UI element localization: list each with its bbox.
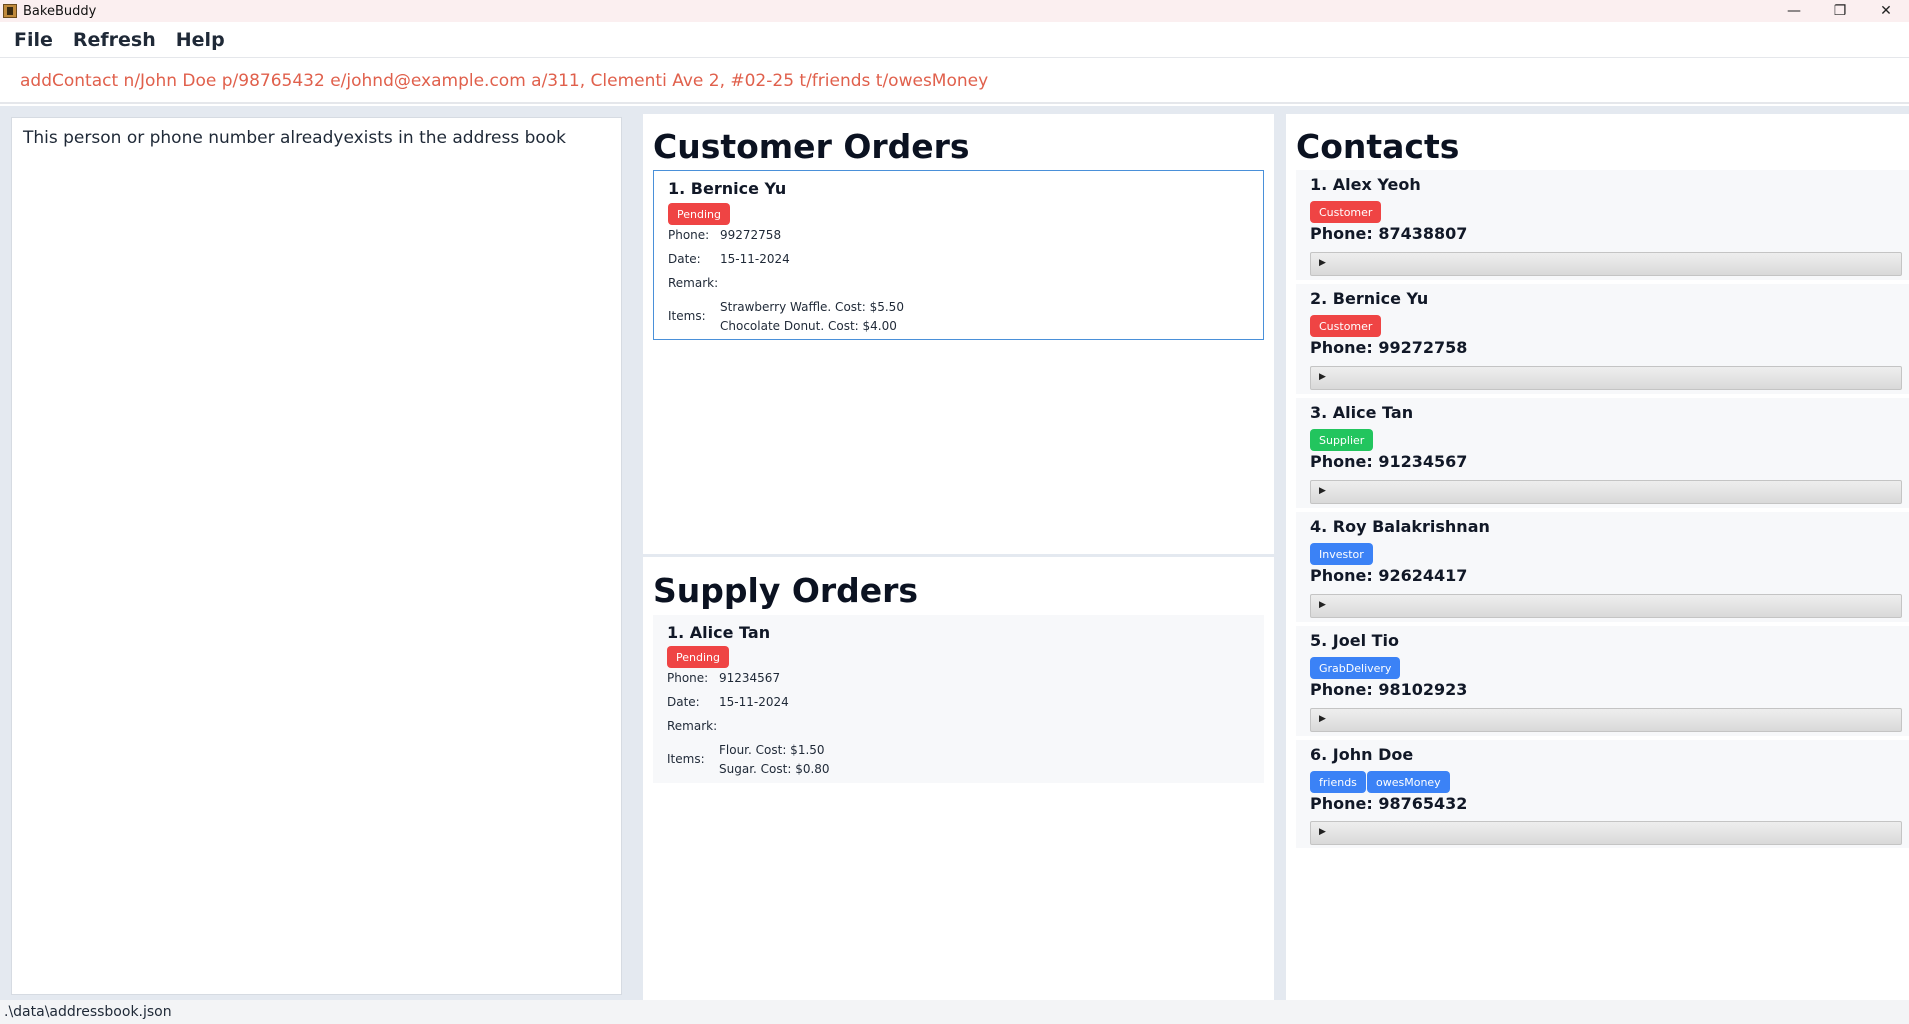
contact-details-expander[interactable]: ▶ (1310, 821, 1902, 845)
contact-card[interactable]: 1. Alex Yeoh Customer Phone: 87438807 ▶ (1296, 170, 1909, 280)
order-phone-row: Phone: 99272758 (668, 228, 781, 242)
contact-details-expander[interactable]: ▶ (1310, 252, 1902, 276)
order-date-row: Date: 15-11-2024 (667, 695, 789, 709)
contact-tag: owesMoney (1367, 771, 1450, 793)
status-bar: .\data\addressbook.json (0, 1000, 1909, 1024)
contact-tag: Investor (1310, 543, 1373, 565)
contact-details-expander[interactable]: ▶ (1310, 594, 1902, 618)
contact-phone: Phone: 91234567 (1310, 452, 1468, 471)
contact-name: 4. Roy Balakrishnan (1310, 517, 1490, 536)
contact-tag: Customer (1310, 315, 1382, 337)
order-date-row: Date: 15-11-2024 (668, 252, 790, 266)
order-remark-row: Remark: (667, 719, 719, 733)
contact-card[interactable]: 5. Joel Tio GrabDelivery Phone: 98102923… (1296, 626, 1909, 736)
order-date: 15-11-2024 (719, 695, 789, 709)
order-date: 15-11-2024 (720, 252, 790, 266)
contact-card[interactable]: 6. John Doe friends owesMoney Phone: 987… (1296, 740, 1909, 848)
menu-bar: File Refresh Help (0, 22, 1909, 58)
phone-label: Phone: (668, 228, 710, 242)
expand-arrow-icon: ▶ (1319, 827, 1326, 837)
contact-phone: Phone: 99272758 (1310, 338, 1468, 357)
remark-label: Remark: (668, 276, 719, 290)
remark-label: Remark: (667, 719, 718, 733)
items-label: Items: (667, 752, 705, 766)
contact-tag: GrabDelivery (1310, 657, 1401, 679)
contact-phone: Phone: 98765432 (1310, 794, 1468, 813)
minimize-button[interactable]: — (1771, 0, 1817, 22)
order-phone: 99272758 (720, 228, 782, 242)
result-display: This person or phone number alreadyexist… (11, 117, 622, 995)
contact-tag: Supplier (1310, 429, 1374, 451)
contact-card[interactable]: 3. Alice Tan Supplier Phone: 91234567 ▶ (1296, 398, 1909, 508)
order-items: Strawberry Waffle. Cost: $5.50 Chocolate… (720, 298, 904, 336)
contact-phone: Phone: 92624417 (1310, 566, 1468, 585)
customer-orders-title: Customer Orders (653, 127, 970, 166)
contact-name: 3. Alice Tan (1310, 403, 1414, 422)
contact-details-expander[interactable]: ▶ (1310, 708, 1902, 732)
order-item: Flour. Cost: $1.50 (719, 743, 825, 757)
items-label: Items: (668, 309, 706, 323)
contact-details-expander[interactable]: ▶ (1310, 480, 1902, 504)
expand-arrow-icon: ▶ (1319, 600, 1326, 610)
date-label: Date: (668, 252, 701, 266)
window-controls: — ❐ ✕ (1771, 0, 1909, 22)
orders-divider[interactable] (643, 554, 1274, 557)
order-phone: 91234567 (719, 671, 781, 685)
contact-name: 2. Bernice Yu (1310, 289, 1429, 308)
order-phone-row: Phone: 91234567 (667, 671, 780, 685)
close-button[interactable]: ✕ (1863, 0, 1909, 22)
contact-tag: Customer (1310, 201, 1382, 223)
phone-label: Phone: (667, 671, 709, 685)
contact-card[interactable]: 2. Bernice Yu Customer Phone: 99272758 ▶ (1296, 284, 1909, 394)
maximize-button[interactable]: ❐ (1817, 0, 1863, 22)
contact-name: 1. Alex Yeoh (1310, 175, 1421, 194)
order-supplier-name: 1. Alice Tan (667, 623, 771, 642)
contact-name: 5. Joel Tio (1310, 631, 1400, 650)
contact-name: 6. John Doe (1310, 745, 1414, 764)
order-items: Flour. Cost: $1.50 Sugar. Cost: $0.80 (719, 741, 830, 779)
menu-refresh[interactable]: Refresh (73, 29, 156, 51)
expand-arrow-icon: ▶ (1319, 486, 1326, 496)
order-status-badge: Pending (668, 203, 730, 225)
result-message: This person or phone number alreadyexist… (23, 128, 567, 148)
data-file-path: .\data\addressbook.json (4, 1004, 172, 1020)
contact-phone: Phone: 98102923 (1310, 680, 1468, 699)
supply-orders-title: Supply Orders (653, 571, 919, 610)
contacts-title: Contacts (1296, 127, 1460, 166)
order-item: Strawberry Waffle. Cost: $5.50 (720, 300, 904, 314)
command-box[interactable]: addContact n/John Doe p/98765432 e/johnd… (0, 60, 1909, 104)
menu-help[interactable]: Help (176, 29, 225, 51)
order-item: Sugar. Cost: $0.80 (719, 762, 830, 776)
order-customer-name: 1. Bernice Yu (668, 179, 787, 198)
menu-file[interactable]: File (14, 29, 53, 51)
contact-tag: friends (1310, 771, 1366, 793)
contact-details-expander[interactable]: ▶ (1310, 366, 1902, 390)
expand-arrow-icon: ▶ (1319, 714, 1326, 724)
order-remark-row: Remark: (668, 276, 720, 290)
expand-arrow-icon: ▶ (1319, 258, 1326, 268)
title-bar: BakeBuddy — ❐ ✕ (0, 0, 1909, 22)
order-item: Chocolate Donut. Cost: $4.00 (720, 319, 897, 333)
order-status-badge: Pending (667, 646, 729, 668)
date-label: Date: (667, 695, 700, 709)
command-input[interactable]: addContact n/John Doe p/98765432 e/johnd… (20, 71, 988, 91)
app-icon (3, 4, 17, 18)
window-title: BakeBuddy (23, 3, 97, 19)
expand-arrow-icon: ▶ (1319, 372, 1326, 382)
contact-phone: Phone: 87438807 (1310, 224, 1468, 243)
customer-order-card[interactable]: 1. Bernice Yu Pending Phone: 99272758 Dat… (653, 170, 1264, 340)
supply-order-card[interactable]: 1. Alice Tan Pending Phone: 91234567 Date… (653, 615, 1264, 783)
contact-card[interactable]: 4. Roy Balakrishnan Investor Phone: 9262… (1296, 512, 1909, 622)
